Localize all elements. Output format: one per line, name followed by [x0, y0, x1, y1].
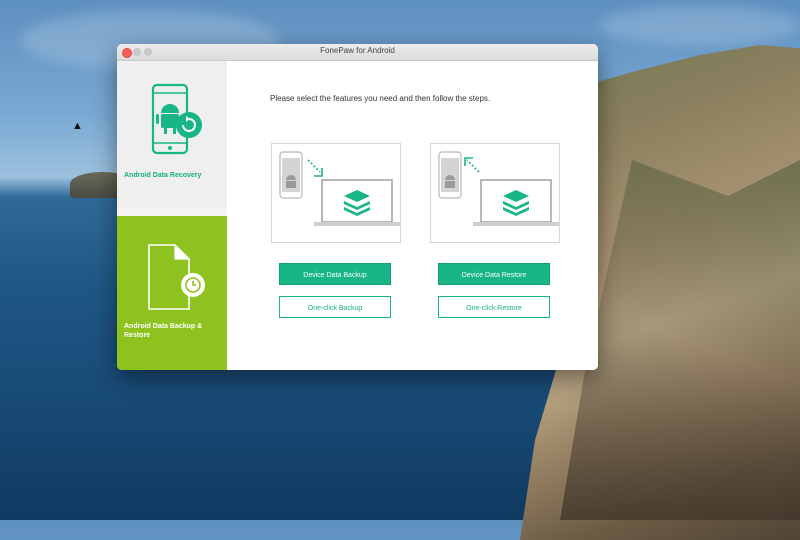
sidebar-item-android-data-backup-restore[interactable]: Android Data Backup & Restore — [117, 216, 233, 370]
restore-illustration — [430, 143, 560, 243]
phone-to-computer-icon — [279, 151, 400, 226]
app-window: FonePaw for Android Android Data Recover… — [117, 44, 598, 370]
one-click-backup-button[interactable]: One-click Backup — [279, 296, 391, 318]
computer-to-phone-icon — [438, 151, 559, 226]
sidebar-item-label: Android Data Recovery — [124, 172, 202, 179]
backup-illustration — [271, 143, 401, 243]
window-title: FonePaw for Android — [320, 46, 395, 55]
instruction-text: Please select the features you need and … — [270, 94, 491, 103]
device-data-restore-button[interactable]: Device Data Restore — [438, 263, 550, 285]
title-bar: FonePaw for Android — [117, 44, 598, 61]
android-phone-recovery-icon — [151, 83, 202, 155]
main-panel: Please select the features you need and … — [227, 61, 598, 370]
document-restore-icon — [148, 244, 205, 310]
sidebar-item-label: Android Data Backup & Restore — [124, 323, 203, 339]
one-click-restore-button[interactable]: One-click Restore — [438, 296, 550, 318]
mouse-cursor-icon: ▲ — [72, 120, 83, 132]
sidebar-item-android-data-recovery[interactable]: Android Data Recovery — [117, 61, 228, 209]
device-data-backup-button[interactable]: Device Data Backup — [279, 263, 391, 285]
sidebar: Android Data Recovery Android Data Backu… — [117, 61, 233, 370]
